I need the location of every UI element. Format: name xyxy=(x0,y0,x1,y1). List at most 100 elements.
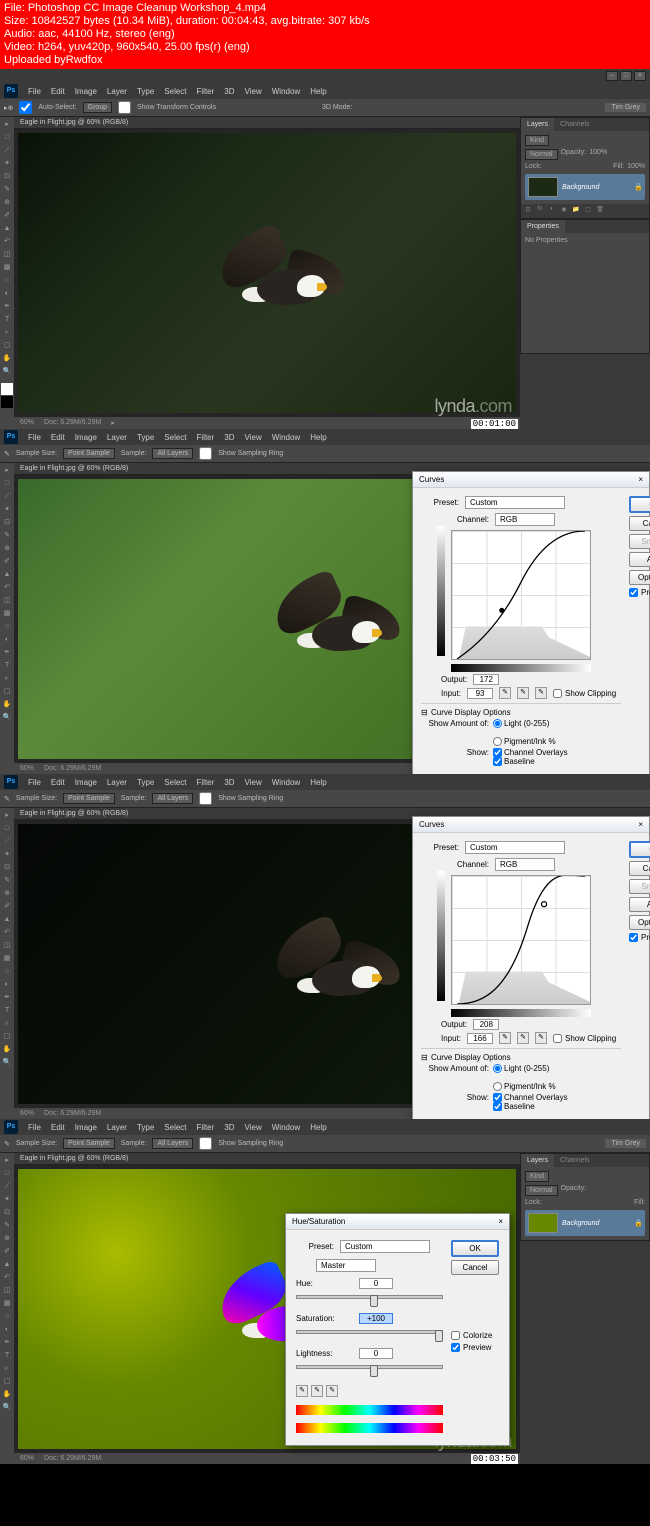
eyedrop-gray[interactable]: ✎ xyxy=(517,687,529,699)
wand-tool[interactable]: ✦ xyxy=(1,1194,13,1206)
eyedropper-tool[interactable]: ✎ xyxy=(1,1220,13,1232)
history-tool[interactable]: ↶ xyxy=(1,236,13,248)
dodge-tool[interactable]: ◐ xyxy=(1,288,13,300)
maximize-button[interactable]: □ xyxy=(620,71,632,81)
trash-icon[interactable]: 🗑 xyxy=(595,206,605,216)
shape-tool[interactable]: ▢ xyxy=(1,686,13,698)
channel-dropdown[interactable]: RGB xyxy=(495,513,555,526)
saturation-slider[interactable] xyxy=(296,1330,443,1342)
menu-type[interactable]: Type xyxy=(137,87,154,96)
crop-tool[interactable]: ⊡ xyxy=(1,171,13,183)
crop-tool[interactable]: ⊡ xyxy=(1,517,13,529)
menu-select[interactable]: Select xyxy=(164,1123,186,1132)
stamp-tool[interactable]: ▲ xyxy=(1,569,13,581)
minimize-button[interactable]: – xyxy=(606,71,618,81)
close-icon[interactable]: × xyxy=(498,1217,503,1226)
brush-tool[interactable]: ✐ xyxy=(1,210,13,222)
dodge-tool[interactable]: ◐ xyxy=(1,979,13,991)
menu-3d[interactable]: 3D xyxy=(224,778,234,787)
menu-view[interactable]: View xyxy=(245,1123,262,1132)
shape-tool[interactable]: ▢ xyxy=(1,1031,13,1043)
saturation-value[interactable]: +100 xyxy=(359,1313,393,1324)
menu-window[interactable]: Window xyxy=(272,1123,300,1132)
eyedrop-gray[interactable]: ✎ xyxy=(517,1032,529,1044)
baseline-checkbox[interactable] xyxy=(493,1102,502,1111)
smooth-button[interactable]: Smooth xyxy=(629,879,650,894)
blend-mode[interactable]: Normal xyxy=(525,1185,558,1196)
background-color[interactable] xyxy=(1,396,13,408)
zoom-tool[interactable]: 🔍 xyxy=(1,1402,13,1414)
close-icon[interactable]: × xyxy=(638,475,643,484)
showring-checkbox[interactable] xyxy=(199,447,212,460)
menu-image[interactable]: Image xyxy=(75,87,97,96)
lasso-tool[interactable]: ⟋ xyxy=(1,1181,13,1193)
colorize-checkbox[interactable] xyxy=(451,1331,460,1340)
eyedrop-base[interactable]: ✎ xyxy=(296,1385,308,1397)
light-radio[interactable] xyxy=(493,1064,502,1073)
ok-button[interactable]: OK xyxy=(451,1240,499,1257)
ok-button[interactable]: OK xyxy=(629,496,650,513)
heal-tool[interactable]: ⊕ xyxy=(1,888,13,900)
cancel-button[interactable]: Cancel xyxy=(451,1260,499,1275)
eyedrop-sub[interactable]: ✎ xyxy=(326,1385,338,1397)
menu-layer[interactable]: Layer xyxy=(107,87,127,96)
blur-tool[interactable]: ○ xyxy=(1,275,13,287)
showring-checkbox[interactable] xyxy=(199,792,212,805)
menu-window[interactable]: Window xyxy=(272,87,300,96)
showclip-checkbox[interactable] xyxy=(553,689,562,698)
history-tool[interactable]: ↶ xyxy=(1,582,13,594)
stamp-tool[interactable]: ▲ xyxy=(1,914,13,926)
type-tool[interactable]: T xyxy=(1,660,13,672)
menu-layer[interactable]: Layer xyxy=(107,1123,127,1132)
menu-help[interactable]: Help xyxy=(310,87,326,96)
lasso-tool[interactable]: ⟋ xyxy=(1,491,13,503)
lasso-tool[interactable]: ⟋ xyxy=(1,836,13,848)
menu-file[interactable]: File xyxy=(28,778,41,787)
menu-edit[interactable]: Edit xyxy=(51,778,65,787)
autoselect-dropdown[interactable]: Group xyxy=(83,102,112,113)
samplesize-dropdown[interactable]: Point Sample xyxy=(63,793,115,804)
pigment-radio[interactable] xyxy=(493,737,502,746)
user-dropdown[interactable]: Tim Grey xyxy=(605,1139,646,1148)
link-icon[interactable]: ⊡ xyxy=(523,206,533,216)
sample-dropdown[interactable]: All Layers xyxy=(152,448,193,459)
eyedrop-white[interactable]: ✎ xyxy=(535,1032,547,1044)
blur-tool[interactable]: ○ xyxy=(1,1311,13,1323)
mask-icon[interactable]: ◐ xyxy=(547,206,557,216)
menu-image[interactable]: Image xyxy=(75,1123,97,1132)
preset-dropdown[interactable]: Custom xyxy=(465,496,565,509)
menu-image[interactable]: Image xyxy=(75,778,97,787)
options-button[interactable]: Options... xyxy=(629,915,650,930)
master-dropdown[interactable]: Master xyxy=(316,1259,376,1272)
hand-tool[interactable]: ✋ xyxy=(1,1389,13,1401)
menu-select[interactable]: Select xyxy=(164,433,186,442)
move-tool[interactable]: ▸ xyxy=(1,119,13,131)
blur-tool[interactable]: ○ xyxy=(1,966,13,978)
collapse-icon[interactable]: ⊟ xyxy=(421,708,431,717)
hand-tool[interactable]: ✋ xyxy=(1,353,13,365)
eyedropper-tool[interactable]: ✎ xyxy=(1,184,13,196)
smooth-button[interactable]: Smooth xyxy=(629,534,650,549)
layer-thumbnail[interactable] xyxy=(528,1213,558,1233)
path-tool[interactable]: ▹ xyxy=(1,1018,13,1030)
menu-type[interactable]: Type xyxy=(137,778,154,787)
eraser-tool[interactable]: ◫ xyxy=(1,249,13,261)
stamp-tool[interactable]: ▲ xyxy=(1,1259,13,1271)
zoom-tool[interactable]: 🔍 xyxy=(1,712,13,724)
close-icon[interactable]: × xyxy=(638,820,643,829)
marquee-tool[interactable]: □ xyxy=(1,823,13,835)
history-tool[interactable]: ↶ xyxy=(1,927,13,939)
menu-layer[interactable]: Layer xyxy=(107,433,127,442)
gradient-tool[interactable]: ▦ xyxy=(1,953,13,965)
samplesize-dropdown[interactable]: Point Sample xyxy=(63,448,115,459)
wand-tool[interactable]: ✦ xyxy=(1,849,13,861)
samplesize-dropdown[interactable]: Point Sample xyxy=(63,1138,115,1149)
eyedropper-tool[interactable]: ✎ xyxy=(1,530,13,542)
output-value[interactable]: 172 xyxy=(473,674,499,685)
path-tool[interactable]: ▹ xyxy=(1,673,13,685)
eyedropper-tool[interactable]: ✎ xyxy=(1,875,13,887)
channel-dropdown[interactable]: RGB xyxy=(495,858,555,871)
menu-window[interactable]: Window xyxy=(272,433,300,442)
folder-icon[interactable]: 📁 xyxy=(571,206,581,216)
menu-view[interactable]: View xyxy=(245,778,262,787)
